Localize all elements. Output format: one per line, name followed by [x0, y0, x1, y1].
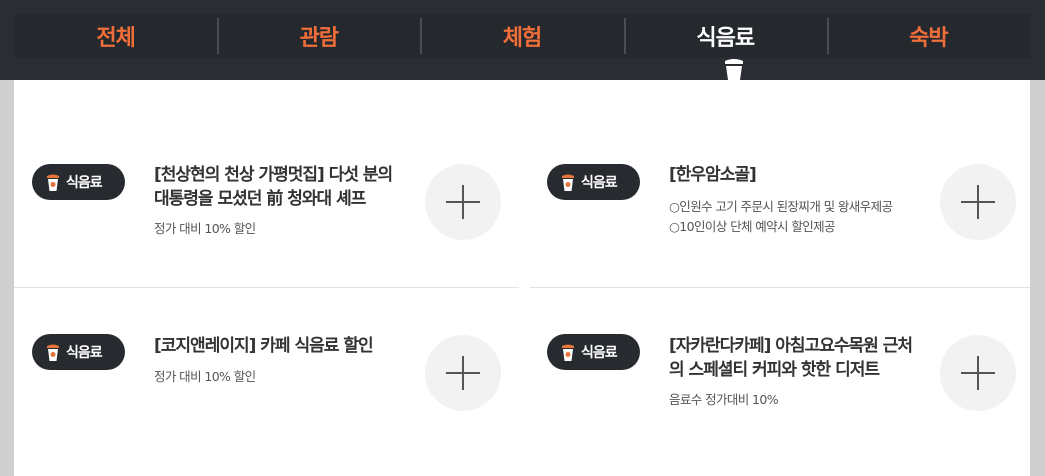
tab-food-beverage[interactable]: 식음료 [623, 14, 827, 58]
badge-label: 식음료 [581, 345, 618, 361]
tab-experience[interactable]: 체험 [420, 14, 623, 58]
badge-label: 식음료 [581, 175, 618, 191]
coffee-cup-icon [562, 174, 574, 191]
add-button[interactable] [425, 335, 501, 411]
category-badge: 식음료 [547, 334, 640, 370]
item-description: 음료수 정가대비 10% [669, 392, 779, 407]
list-item: 식음료 [천상현의 천상 가평멋집] 다섯 분의 대통령을 모셨던 前 청와대 … [14, 127, 504, 277]
coffee-cup-icon [47, 344, 59, 361]
list-item: 식음료 [자카란다카페] 아침고요수목원 근처의 스페셜티 커피와 핫한 디저트… [529, 298, 1019, 448]
add-button[interactable] [940, 335, 1016, 411]
row-divider [530, 287, 1030, 288]
benefit-list-panel: 식음료 [천상현의 천상 가평멋집] 다섯 분의 대통령을 모셨던 前 청와대 … [14, 80, 1030, 476]
category-tabs: 전체 관람 체험 식음료 숙박 [14, 14, 1030, 58]
item-description: ○인원수 고기 주문시 된장찌개 및 왕새우제공 ○10인이상 단체 예약시 할… [669, 199, 893, 234]
coffee-cup-icon [47, 174, 59, 191]
row-divider [14, 287, 519, 288]
list-item: 식음료 [코지앤레이지] 카페 식음료 할인 정가 대비 10% 할인 [14, 298, 504, 448]
add-button[interactable] [425, 164, 501, 240]
tab-all[interactable]: 전체 [14, 14, 217, 58]
category-badge: 식음료 [32, 164, 125, 200]
item-title: [천상현의 천상 가평멋집] 다섯 분의 대통령을 모셨던 前 청와대 셰프 [154, 165, 393, 209]
tab-viewing[interactable]: 관람 [217, 14, 420, 58]
item-title: [자카란다카페] 아침고요수목원 근처의 스페셜티 커피와 핫한 디저트 [669, 336, 913, 380]
item-description: 정가 대비 10% 할인 [154, 221, 256, 236]
item-description: 정가 대비 10% 할인 [154, 369, 256, 384]
coffee-cup-icon [562, 344, 574, 361]
badge-label: 식음료 [66, 175, 103, 191]
badge-label: 식음료 [66, 345, 103, 361]
category-badge: 식음료 [32, 334, 125, 370]
item-title: [코지앤레이지] 카페 식음료 할인 [154, 336, 374, 356]
category-badge: 식음료 [547, 164, 640, 200]
active-tab-cup-icon [725, 59, 743, 80]
tab-lodging[interactable]: 숙박 [826, 14, 1030, 58]
item-title: [한우암소골] [669, 165, 757, 185]
top-navigation-bar: 전체 관람 체험 식음료 숙박 [0, 0, 1045, 80]
add-button[interactable] [940, 164, 1016, 240]
list-item: 식음료 [한우암소골] ○인원수 고기 주문시 된장찌개 및 왕새우제공 ○10… [529, 127, 1019, 277]
